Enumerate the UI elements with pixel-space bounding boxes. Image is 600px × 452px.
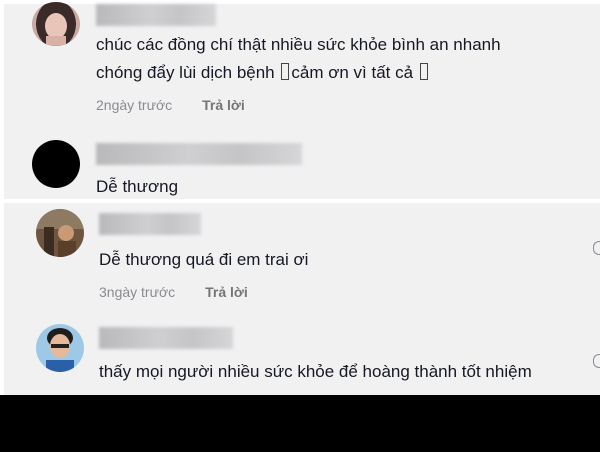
reply-button[interactable]: Trả lời <box>205 284 248 300</box>
comment-item: chúc các đồng chí thật nhiều sức khỏe bì… <box>0 0 600 130</box>
comment-time: 3ngày trước <box>99 284 176 300</box>
comment-text: Dễ thương quá đi em trai ơi <box>99 250 309 269</box>
avatar[interactable] <box>36 209 84 257</box>
comment-meta: 2ngày trước Trả lời <box>96 97 245 113</box>
username-redacted <box>96 4 216 26</box>
unsupported-glyph-icon <box>281 63 290 80</box>
comment-meta: 3ngày trước Trả lời <box>99 284 248 300</box>
comment-text: Dễ thương <box>96 177 179 196</box>
username-redacted <box>99 327 233 349</box>
comment-item: Dễ thương quá đi em trai ơi 3ngày trước … <box>0 203 600 318</box>
username-redacted <box>96 143 302 165</box>
comment-time: 2ngày trước <box>96 97 173 113</box>
avatar[interactable] <box>36 324 84 372</box>
comment-text: chúc các đồng chí thật nhiều sức khỏe bì… <box>96 35 501 82</box>
avatar[interactable] <box>32 140 80 188</box>
more-options-icon[interactable] <box>593 241 600 255</box>
comment-item: Dễ thương <box>0 130 600 200</box>
comment-text: thấy mọi người nhiều sức khỏe để hoàng t… <box>99 362 532 381</box>
unsupported-glyph-icon <box>419 63 428 80</box>
username-redacted <box>99 213 201 235</box>
reply-button[interactable]: Trả lời <box>202 97 245 113</box>
avatar[interactable] <box>32 2 80 46</box>
more-options-icon[interactable] <box>593 354 600 368</box>
comment-item: thấy mọi người nhiều sức khỏe để hoàng t… <box>0 318 600 395</box>
bottom-black-bar <box>0 395 600 452</box>
